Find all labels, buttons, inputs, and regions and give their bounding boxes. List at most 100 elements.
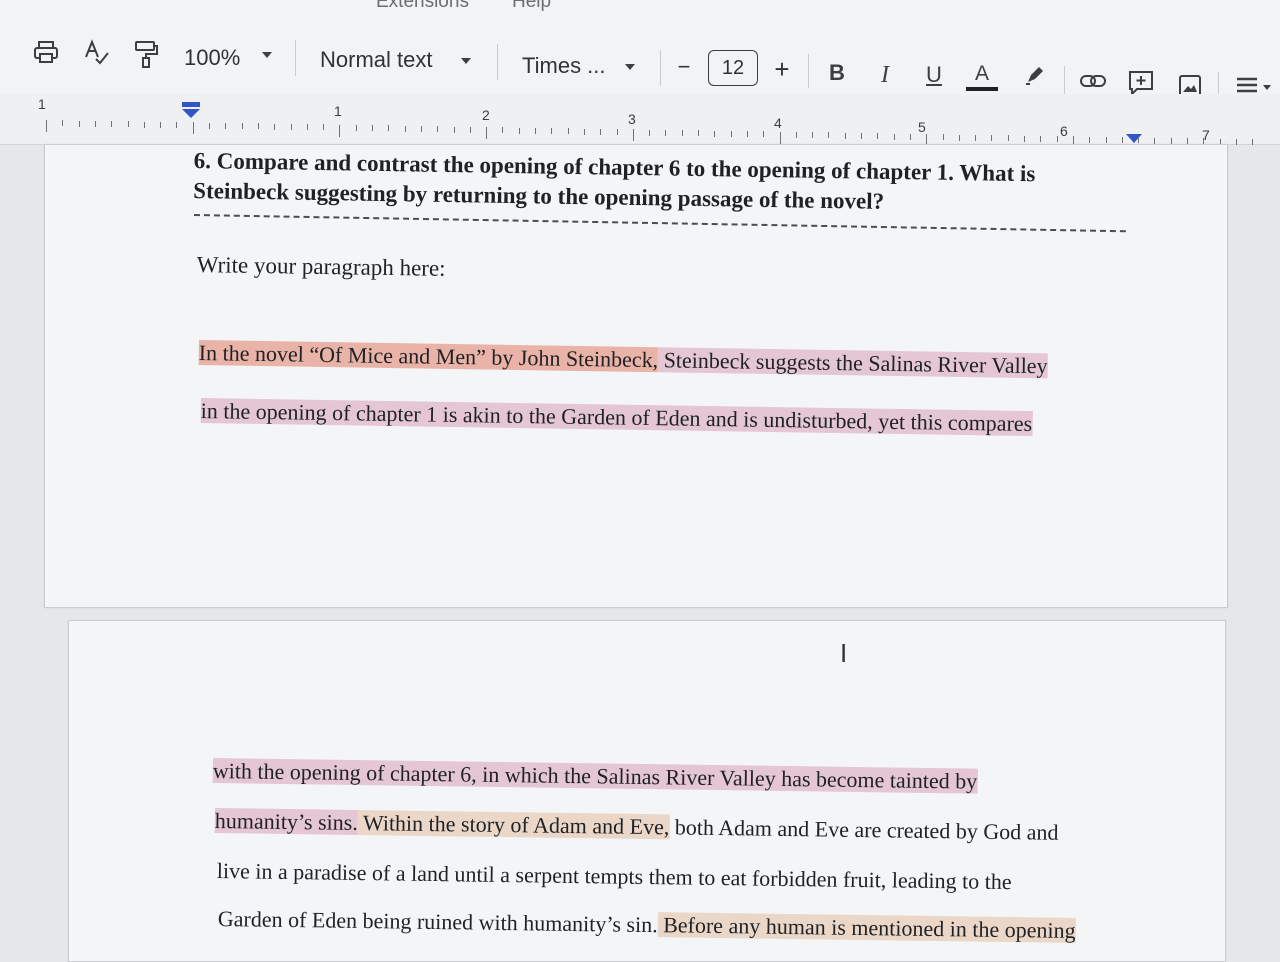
ruler-tick [1024,135,1025,142]
ruler-tick [698,130,699,137]
ruler-tick [567,128,569,135]
font-dropdown[interactable]: Times ... [522,52,606,80]
ruler-tick [746,131,748,138]
ruler-tick [518,127,520,134]
highlighted-text: Within the story of Adam and Eve, [357,809,670,840]
ruler-tick [241,123,243,130]
ruler-tick [502,127,504,134]
ruler-tick [355,124,357,131]
ruler-tick [535,127,536,134]
ruler-tick [649,129,651,136]
paragraph-style-dropdown[interactable]: Normal text [320,46,432,74]
toolbar-divider [497,44,498,80]
bold-button[interactable]: B [826,58,848,88]
ruler-tick [958,134,960,141]
italic-button[interactable]: I [874,60,896,90]
ruler-tick [844,132,846,139]
toolbar-divider [808,54,809,88]
ruler-tick [942,134,944,141]
link-icon[interactable] [1078,68,1108,94]
ruler-tick [127,121,129,128]
ruler-number-1: 1 [334,103,342,119]
right-indent-marker-icon[interactable] [1126,134,1142,144]
underline-button[interactable]: U [922,60,946,90]
print-icon[interactable] [32,38,60,66]
ruler: 1 1 2 3 4 5 6 7 [0,94,1280,151]
font-name-value: Times ... [522,53,606,78]
plain-text: both Adam and Eve are created by God and [669,814,1059,845]
ruler-tick [420,125,422,132]
ruler-tick [1056,136,1058,143]
ruler-tick [372,125,373,132]
ruler-tick [616,129,618,136]
ruler-tick [209,122,210,129]
text-color-swatch [966,87,998,91]
ruler-tick [975,134,977,141]
ruler-tick [62,120,64,127]
spellcheck-icon[interactable] [82,38,110,66]
ruler-tick [828,132,830,139]
font-caret-icon[interactable] [625,64,635,70]
ruler-tick [453,126,455,133]
ruler-tick [812,132,814,139]
paint-format-icon[interactable] [132,38,160,70]
ruler-number-2: 2 [482,107,490,123]
text-color-button[interactable]: A [966,60,998,94]
ruler-tick [46,120,47,132]
ruler-tick [486,127,488,140]
menu-bar: Extensions Help [0,0,1280,22]
text-cursor-icon: I [840,638,848,668]
ruler-tick [1138,137,1140,144]
decrease-font-size-button[interactable]: − [674,52,694,82]
ruler-number-3: 3 [628,111,636,127]
menu-help[interactable]: Help [512,0,551,13]
ruler-tick [404,125,406,132]
plain-text: Garden of Eden being ruined with humanit… [217,906,658,938]
font-size-input[interactable]: 12 [708,50,758,86]
ruler-tick [160,121,162,128]
highlighter-icon[interactable] [1022,62,1048,88]
ruler-number-5: 5 [918,119,926,135]
text-color-label: A [974,62,989,85]
toolbar-divider [660,50,661,86]
menu-extensions[interactable]: Extensions [376,0,469,13]
ruler-tick [909,133,911,140]
ruler-tick [1252,139,1254,146]
ruler-tick [893,133,895,140]
ruler-tick [1105,136,1107,143]
zoom-caret-icon[interactable] [262,52,272,58]
indent-marker-icon[interactable] [180,102,202,126]
ruler-tick [111,121,113,128]
ruler-tick [323,124,325,131]
ruler-tick [795,131,797,138]
ruler-tick [583,128,585,135]
highlighted-text: Steinbeck suggests the Salinas River Val… [657,347,1048,379]
ruler-tick [1040,135,1042,142]
zoom-value: 100% [184,45,241,70]
paragraph-style-value: Normal text [320,47,433,72]
ruler-tick [257,123,259,130]
ruler-tick [861,133,862,139]
ruler-tick [714,130,716,137]
paragraph-caret-icon[interactable] [461,58,471,64]
ruler-tick [632,129,634,142]
ruler-tick [600,128,602,135]
ruler-tick [339,124,341,137]
ruler-tick [1007,135,1009,142]
ruler-tick [779,131,781,144]
zoom-dropdown[interactable]: 100% [184,44,240,72]
ruler-tick [1235,138,1237,145]
ruler-tick [176,122,178,129]
ruler-tick [681,130,683,137]
ruler-tick [225,122,227,129]
ruler-tick [1121,137,1123,144]
highlighted-text: humanity’s sins. [214,808,359,835]
write-prompt: Write your paragraph here: [196,252,446,281]
ruler-tick [388,125,390,132]
ruler-tick [551,128,553,135]
ruler-tick [730,130,732,137]
increase-font-size-button[interactable]: + [771,54,793,84]
ruler-tick [877,133,879,140]
ruler-tick [78,120,80,127]
toolbar-divider [295,40,296,76]
